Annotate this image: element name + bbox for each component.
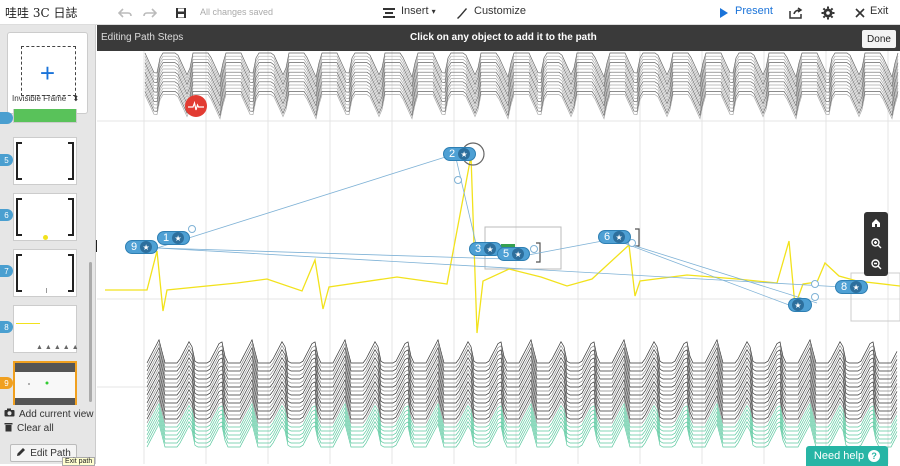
star-icon: ★ [792, 299, 804, 311]
zoom-controls [864, 212, 888, 276]
path-step-pin[interactable]: ★ [788, 298, 812, 312]
path-thumbnail[interactable] [13, 249, 77, 297]
heartbeat-logo[interactable] [185, 95, 207, 117]
close-icon [852, 5, 868, 21]
home-icon[interactable] [864, 212, 888, 233]
waveform-top [144, 94, 899, 120]
done-button[interactable]: Done [862, 30, 896, 48]
clear-all-label: Clear all [17, 423, 54, 434]
insert-icon [381, 5, 397, 21]
path-connector [612, 238, 798, 309]
path-edit-instruction: Click on any object to add it to the pat… [410, 32, 597, 43]
question-icon: ? [868, 450, 881, 462]
path-step-pin[interactable]: 8 ★ [835, 280, 868, 294]
waveform-top [144, 78, 899, 104]
path-handle [530, 245, 538, 253]
redo-icon[interactable] [142, 5, 158, 21]
path-connector [454, 153, 478, 249]
star-icon: ★ [458, 148, 471, 160]
path-step-pin[interactable]: 5 ★ [497, 247, 530, 261]
waveform-top [144, 81, 899, 108]
trash-icon [4, 422, 13, 435]
path-step-number: 9 [131, 241, 138, 253]
add-current-view-button[interactable]: Add current view [4, 408, 93, 420]
present-button[interactable]: Present [735, 5, 773, 17]
path-thumbnail[interactable] [13, 137, 77, 185]
top-toolbar: 哇哇 3C 日誌 All changes saved Insert ▾ Cust… [0, 0, 900, 25]
frame-type-label: Invisible Frame [12, 94, 67, 103]
thumbnail-badge: 6 [0, 209, 13, 221]
path-step-pin[interactable]: 1 ★ [157, 231, 190, 245]
chevron-down-icon: ▾ [431, 7, 436, 16]
path-step-pin[interactable]: 6 ★ [598, 230, 631, 244]
insert-label: Insert [401, 5, 429, 17]
path-thumbnail-selected[interactable] [13, 361, 77, 405]
play-icon [716, 5, 732, 21]
app-title: 哇哇 3C 日誌 [5, 6, 78, 20]
path-handle [188, 225, 196, 233]
star-icon: ★ [172, 232, 185, 244]
waveform-bottom [146, 342, 898, 368]
clear-all-button[interactable]: Clear all [4, 422, 54, 435]
path-step-number: 5 [503, 248, 510, 260]
share-icon[interactable] [788, 5, 804, 21]
gear-icon[interactable] [820, 5, 836, 21]
path-step-pin[interactable]: 2 ★ [443, 147, 476, 161]
star-icon: ★ [850, 281, 863, 293]
save-status: All changes saved [200, 7, 274, 17]
path-thumbnail[interactable]: ▲▲▲▲▲ [13, 305, 79, 353]
path-step-number: 8 [841, 281, 848, 293]
path-handle [454, 176, 462, 184]
insert-menu[interactable]: Insert ▾ [401, 5, 436, 17]
path-connector [156, 153, 456, 249]
thumbnail-badge: 7 [0, 265, 13, 277]
waveform-top [144, 87, 899, 114]
path-handle [811, 293, 819, 301]
exit-button[interactable]: Exit [870, 5, 888, 17]
save-icon[interactable] [173, 5, 189, 21]
path-thumbnail-list: 5 6 7 ▲▲▲▲▲ 8 9 [0, 109, 92, 405]
path-thumbnail[interactable] [13, 109, 77, 123]
path-step-number: 3 [475, 243, 482, 255]
path-handle [811, 280, 819, 288]
star-icon: ★ [140, 241, 153, 253]
waveform-top [144, 91, 899, 117]
undo-icon[interactable] [117, 5, 133, 21]
path-edit-label: Editing Path Steps [101, 32, 184, 43]
need-help-button[interactable]: Need help ? [806, 446, 888, 466]
thumbnail-badge: 9 [0, 377, 13, 389]
path-edit-header: Editing Path Steps Click on any object t… [97, 25, 900, 51]
exit-path-tooltip: Exit path [62, 457, 96, 466]
thumbnail-badge: 8 [0, 321, 13, 333]
thumbnail-scrollbar[interactable] [89, 262, 92, 402]
zoom-in-icon[interactable] [864, 233, 888, 254]
frame-type-select[interactable]: Invisible Frame ⬍ [12, 94, 79, 103]
star-icon: ★ [512, 248, 525, 260]
pencil-icon [16, 447, 26, 460]
camera-icon [4, 408, 15, 420]
path-thumbnail[interactable] [13, 193, 77, 241]
star-icon: ★ [484, 243, 497, 255]
star-icon: ★ [613, 231, 626, 243]
path-sidebar: + Invisible Frame ⬍ 5 6 7 ▲▲▲▲▲ 8 9 Add … [0, 25, 96, 466]
waveform-bottom [146, 338, 898, 364]
path-step-number: 1 [163, 232, 170, 244]
thumbnail-badge: 5 [0, 154, 13, 166]
sort-arrows-icon: ⬍ [72, 94, 80, 103]
customize-button[interactable]: Customize [474, 5, 526, 17]
path-step-pin[interactable]: 9 ★ [125, 240, 158, 254]
path-step-number: 2 [449, 148, 456, 160]
add-current-view-label: Add current view [19, 408, 94, 420]
zoom-out-icon[interactable] [864, 254, 888, 275]
need-help-label: Need help [813, 450, 865, 462]
waveform-top [144, 84, 899, 111]
thumbnail-badge [0, 112, 13, 124]
path-step-number: 6 [604, 231, 611, 243]
brush-icon [454, 5, 470, 21]
